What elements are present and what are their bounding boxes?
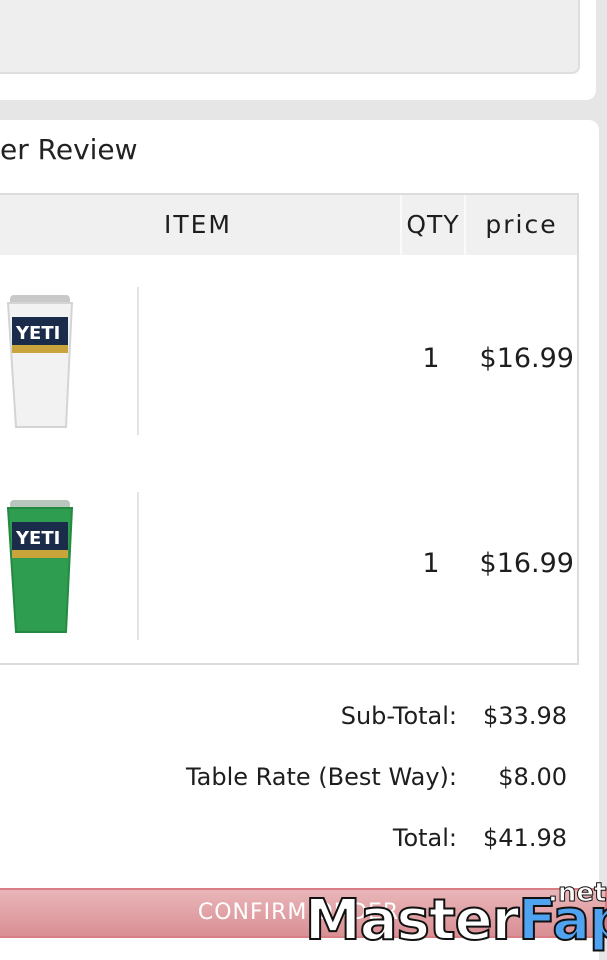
- table-row[interactable]: YETI 1 $16.99: [0, 460, 577, 665]
- shipping-label: Table Rate (Best Way):: [185, 763, 457, 791]
- column-header-qty: QTY: [406, 210, 460, 239]
- total-value: $41.98: [483, 824, 567, 852]
- subtotal-label: Sub-Total:: [340, 702, 457, 730]
- yeti-logo-text: YETI: [15, 323, 60, 344]
- product-thumbnail-green-tumbler[interactable]: YETI: [0, 492, 138, 640]
- column-header-price: price: [485, 210, 558, 239]
- table-row[interactable]: YETI 1 $16.99: [0, 255, 577, 460]
- yeti-logo-text: YETI: [15, 528, 60, 549]
- order-items-table: ITEM QTY price YETI 1 $16.99 YETI 1 $16.…: [0, 193, 579, 665]
- item-price: $16.99: [479, 548, 574, 579]
- row-divider: [137, 492, 139, 640]
- row-divider: [137, 287, 139, 435]
- watermark-suffix: .net: [547, 878, 607, 909]
- item-price: $16.99: [479, 343, 574, 374]
- item-qty: 1: [422, 548, 440, 579]
- white-tumbler-image: YETI: [6, 295, 74, 428]
- subtotal-value: $33.98: [483, 702, 567, 730]
- item-qty: 1: [422, 343, 440, 374]
- previous-section-field: [0, 0, 580, 74]
- checkout-screen: er Review ITEM QTY price YETI 1 $16.99 Y…: [0, 0, 607, 960]
- column-header-item: ITEM: [163, 210, 232, 239]
- order-review-title: er Review: [0, 133, 138, 166]
- total-label: Total:: [392, 824, 457, 852]
- table-header: ITEM QTY price: [0, 195, 577, 255]
- watermark-part1: Master: [304, 887, 520, 954]
- shipping-value: $8.00: [498, 763, 567, 791]
- product-thumbnail-white-tumbler[interactable]: YETI: [0, 287, 138, 435]
- green-tumbler-image: YETI: [6, 500, 74, 633]
